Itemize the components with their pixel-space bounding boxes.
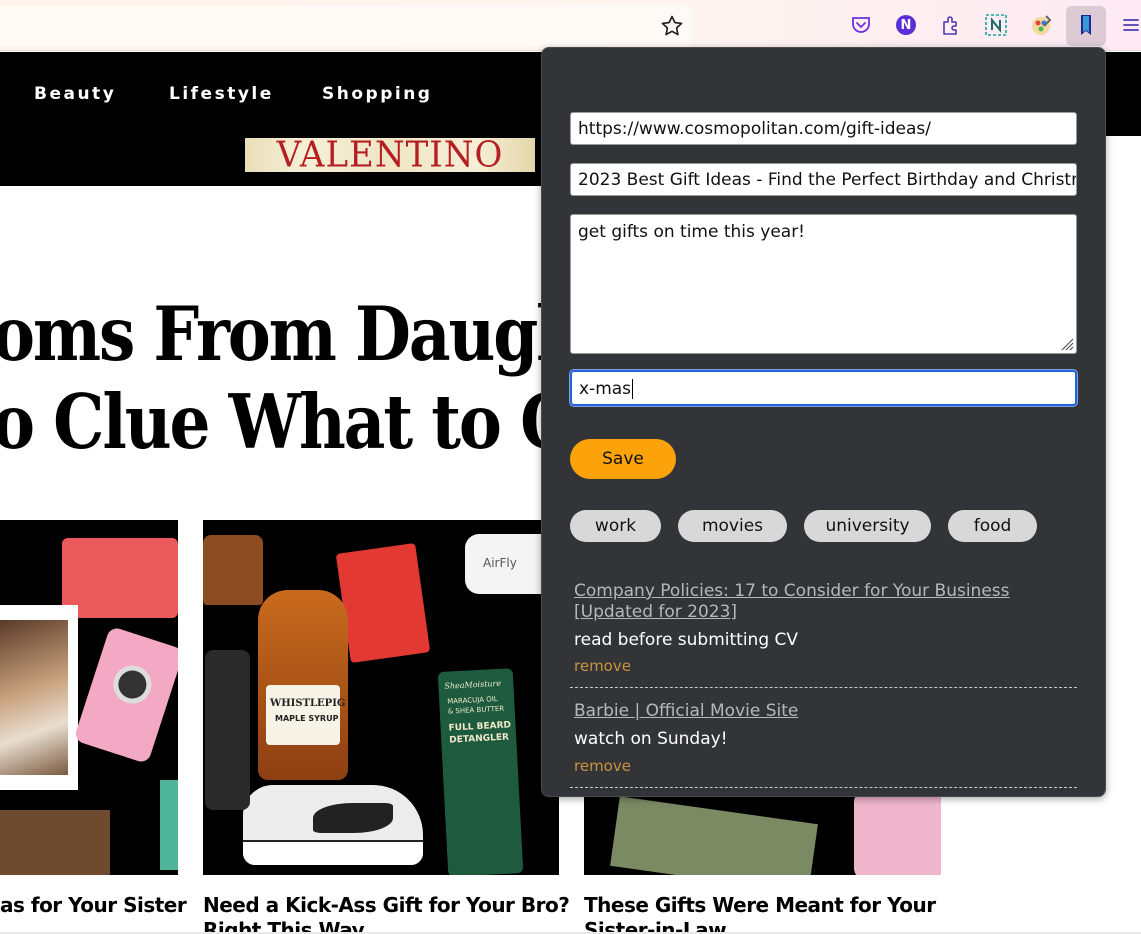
tube-line-4: DETANGLER bbox=[449, 732, 510, 746]
card-image-bro[interactable]: AirFly WHISTLEPIG MAPLE SYRUP SheaMoistu… bbox=[203, 520, 559, 875]
headline-line-2: o Clue What to Ge bbox=[0, 378, 614, 466]
card-title-line: as for Your Sister bbox=[0, 893, 187, 917]
syrup-brand-label: WHISTLEPIG bbox=[270, 698, 346, 709]
tag-input-text: x-mas bbox=[579, 379, 632, 399]
card-title-line: Need a Kick-Ass Gift for Your Bro? bbox=[203, 893, 570, 917]
address-bar[interactable] bbox=[0, 6, 692, 46]
notion-n-icon[interactable] bbox=[983, 12, 1009, 38]
avatar-letter: N bbox=[900, 17, 912, 33]
candle-jar-shape bbox=[0, 810, 110, 875]
ad-text: VALENTINO bbox=[276, 134, 504, 176]
bookmark-divider bbox=[570, 687, 1077, 688]
tag-input[interactable]: x-mas bbox=[570, 370, 1077, 406]
tube-brand-label: SheaMoisture bbox=[444, 678, 502, 691]
card-title-sister-in-law[interactable]: These Gifts Were Meant for Your Sister-i… bbox=[584, 893, 936, 934]
sneaker-shape bbox=[243, 785, 423, 865]
article-headline: oms From Daught o Clue What to Ge bbox=[0, 290, 614, 466]
tag-chip-work[interactable]: work bbox=[570, 510, 661, 542]
headline-line-1: oms From Daught bbox=[0, 290, 611, 378]
bookmark-link[interactable]: Company Policies: 17 to Consider for You… bbox=[574, 581, 1064, 623]
portrait-frame bbox=[0, 605, 78, 790]
bookmark-extension-icon bbox=[1073, 12, 1099, 38]
puzzle-extensions-icon[interactable] bbox=[938, 12, 964, 38]
note-text: get gifts on time this year! bbox=[578, 222, 806, 242]
title-input[interactable]: 2023 Best Gift Ideas - Find the Perfect … bbox=[570, 163, 1077, 196]
card-title-sister[interactable]: as for Your Sister bbox=[0, 893, 187, 918]
resize-grip-icon[interactable] bbox=[1058, 335, 1074, 351]
syrup-bottle-shape: WHISTLEPIG MAPLE SYRUP bbox=[258, 590, 348, 780]
tag-chip-food[interactable]: food bbox=[948, 510, 1037, 542]
card-title-line: These Gifts Were Meant for Your bbox=[584, 893, 936, 917]
beard-detangler-shape: SheaMoisture MARACUJA OIL & SHEA BUTTER … bbox=[437, 668, 524, 875]
red-bag-shape bbox=[62, 538, 178, 618]
text-caret bbox=[632, 379, 634, 399]
ad-banner[interactable]: VALENTINO bbox=[245, 134, 535, 176]
nav-lifestyle[interactable]: Lifestyle bbox=[169, 84, 274, 104]
gucci-box-shape bbox=[610, 796, 818, 875]
syrup-type-label: MAPLE SYRUP bbox=[275, 714, 339, 723]
tube-line-3: FULL BEARD bbox=[448, 720, 512, 734]
tag-chip-movies[interactable]: movies bbox=[678, 510, 787, 542]
bookmark-divider bbox=[570, 787, 1077, 788]
red-wallet-shape bbox=[335, 542, 431, 664]
card-image-sister[interactable] bbox=[0, 520, 178, 875]
bookmark-link[interactable]: Barbie | Official Movie Site bbox=[574, 701, 1064, 722]
card-title-bro[interactable]: Need a Kick-Ass Gift for Your Bro? Right… bbox=[203, 893, 570, 934]
tag-chip-university[interactable]: university bbox=[804, 510, 931, 542]
bookmark-remove-link[interactable]: remove bbox=[574, 757, 631, 775]
note-textarea[interactable]: get gifts on time this year! bbox=[570, 214, 1077, 354]
bookmark-note: read before submitting CV bbox=[574, 630, 799, 650]
pocket-icon[interactable] bbox=[848, 12, 874, 38]
n-avatar-icon[interactable]: N bbox=[893, 12, 919, 38]
nav-shopping[interactable]: Shopping bbox=[322, 84, 432, 104]
star-icon[interactable] bbox=[660, 14, 684, 38]
nav-beauty[interactable]: Beauty bbox=[34, 84, 116, 104]
tube-line-1: MARACUJA OIL bbox=[447, 695, 498, 706]
url-input[interactable]: https://www.cosmopolitan.com/gift-ideas/ bbox=[570, 112, 1077, 145]
pink-device-shape bbox=[854, 790, 941, 875]
tube-line-2: & SHEA BUTTER bbox=[447, 704, 505, 716]
bookmark-remove-link[interactable]: remove bbox=[574, 657, 631, 675]
bookmark-note: watch on Sunday! bbox=[574, 729, 728, 749]
airfly-label: AirFly bbox=[483, 556, 517, 570]
teal-box-shape bbox=[160, 780, 178, 870]
save-button[interactable]: Save bbox=[570, 439, 676, 479]
cologne-bottle-shape bbox=[203, 535, 263, 605]
flask-shape bbox=[205, 650, 250, 810]
pink-camera-shape bbox=[73, 625, 178, 765]
color-picker-icon[interactable] bbox=[1028, 12, 1054, 38]
browser-toolbar: N bbox=[0, 0, 1141, 51]
menu-icon[interactable] bbox=[1118, 12, 1141, 38]
bookmark-popup: https://www.cosmopolitan.com/gift-ideas/… bbox=[541, 47, 1106, 797]
